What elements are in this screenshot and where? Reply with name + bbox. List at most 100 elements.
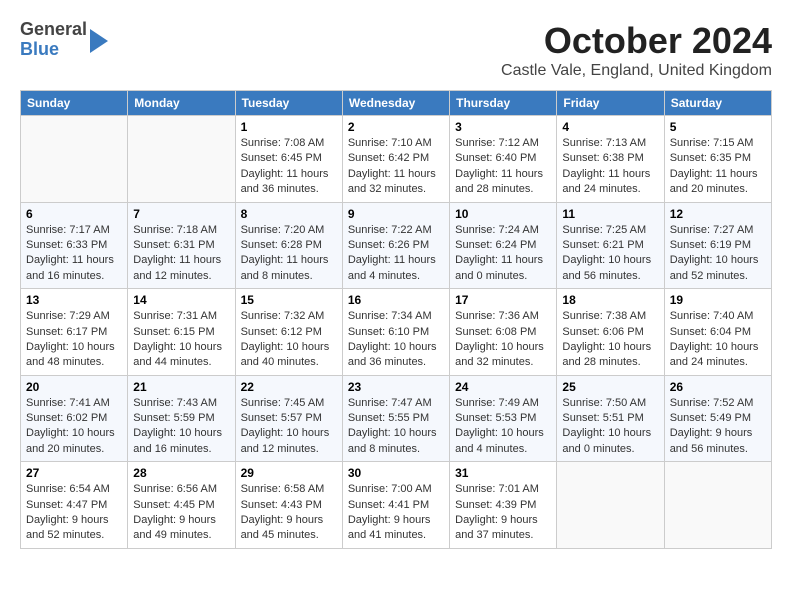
day-number: 13: [26, 293, 122, 307]
calendar-cell: 28 Sunrise: 6:56 AMSunset: 4:45 PMDayligh…: [128, 462, 235, 549]
calendar-cell: 9Sunrise: 7:22 AMSunset: 6:26 PMDaylight…: [342, 202, 449, 289]
calendar-cell: [557, 462, 664, 549]
day-info: Sunrise: 7:08 AMSunset: 6:45 PMDaylight:…: [241, 137, 329, 195]
page: General Blue October 2024 Castle Vale, E…: [0, 0, 792, 559]
week-row-1: 6 Sunrise: 7:17 AMSunset: 6:33 PMDaylight…: [21, 202, 772, 289]
calendar-cell: 19 Sunrise: 7:40 AMSunset: 6:04 PMDayligh…: [664, 289, 771, 376]
calendar-cell: 27Sunrise: 6:54 AMSunset: 4:47 PMDayligh…: [21, 462, 128, 549]
day-number: 31: [455, 466, 551, 480]
day-info: Sunrise: 7:24 AMSunset: 6:24 PMDaylight:…: [455, 224, 543, 282]
calendar-cell: 21 Sunrise: 7:43 AMSunset: 5:59 PMDayligh…: [128, 375, 235, 462]
day-number: 16: [348, 293, 444, 307]
week-row-3: 20Sunrise: 7:41 AMSunset: 6:02 PMDayligh…: [21, 375, 772, 462]
calendar-header-row: SundayMondayTuesdayWednesdayThursdayFrid…: [21, 91, 772, 116]
logo-blue: Blue: [20, 40, 87, 60]
calendar-cell: 10 Sunrise: 7:24 AMSunset: 6:24 PMDayligh…: [450, 202, 557, 289]
day-info: Sunrise: 7:25 AMSunset: 6:21 PMDaylight:…: [562, 224, 651, 282]
logo-general: General: [20, 20, 87, 40]
day-number: 21: [133, 380, 229, 394]
day-number: 17: [455, 293, 551, 307]
day-info: Sunrise: 7:22 AMSunset: 6:26 PMDaylight:…: [348, 224, 436, 282]
day-number: 18: [562, 293, 658, 307]
calendar-cell: 16 Sunrise: 7:34 AMSunset: 6:10 PMDayligh…: [342, 289, 449, 376]
calendar-cell: 5Sunrise: 7:15 AMSunset: 6:35 PMDaylight…: [664, 116, 771, 203]
day-number: 12: [670, 207, 766, 221]
day-info: Sunrise: 7:12 AMSunset: 6:40 PMDaylight:…: [455, 137, 543, 195]
page-subtitle: Castle Vale, England, United Kingdom: [501, 62, 772, 80]
calendar-cell: 20Sunrise: 7:41 AMSunset: 6:02 PMDayligh…: [21, 375, 128, 462]
page-title: October 2024: [501, 20, 772, 62]
day-number: 1: [241, 120, 337, 134]
day-number: 8: [241, 207, 337, 221]
calendar-cell: [21, 116, 128, 203]
day-info: Sunrise: 7:40 AMSunset: 6:04 PMDaylight:…: [670, 310, 759, 368]
calendar-cell: 3Sunrise: 7:12 AMSunset: 6:40 PMDaylight…: [450, 116, 557, 203]
calendar-cell: 2 Sunrise: 7:10 AMSunset: 6:42 PMDaylight…: [342, 116, 449, 203]
day-number: 6: [26, 207, 122, 221]
day-number: 7: [133, 207, 229, 221]
day-info: Sunrise: 6:54 AMSunset: 4:47 PMDaylight:…: [26, 483, 110, 541]
calendar-cell: [664, 462, 771, 549]
day-number: 28: [133, 466, 229, 480]
header-sunday: Sunday: [21, 91, 128, 116]
day-info: Sunrise: 7:01 AMSunset: 4:39 PMDaylight:…: [455, 483, 539, 541]
calendar-cell: 4 Sunrise: 7:13 AMSunset: 6:38 PMDaylight…: [557, 116, 664, 203]
calendar-cell: 8 Sunrise: 7:20 AMSunset: 6:28 PMDaylight…: [235, 202, 342, 289]
day-number: 22: [241, 380, 337, 394]
calendar-cell: 13Sunrise: 7:29 AMSunset: 6:17 PMDayligh…: [21, 289, 128, 376]
calendar-cell: 26 Sunrise: 7:52 AMSunset: 5:49 PMDayligh…: [664, 375, 771, 462]
day-number: 30: [348, 466, 444, 480]
day-number: 25: [562, 380, 658, 394]
calendar-cell: 31 Sunrise: 7:01 AMSunset: 4:39 PMDayligh…: [450, 462, 557, 549]
day-info: Sunrise: 7:38 AMSunset: 6:06 PMDaylight:…: [562, 310, 651, 368]
week-row-2: 13Sunrise: 7:29 AMSunset: 6:17 PMDayligh…: [21, 289, 772, 376]
day-number: 19: [670, 293, 766, 307]
header: General Blue October 2024 Castle Vale, E…: [20, 20, 772, 80]
day-info: Sunrise: 7:31 AMSunset: 6:15 PMDaylight:…: [133, 310, 222, 368]
logo: General Blue: [20, 20, 108, 60]
day-number: 2: [348, 120, 444, 134]
day-number: 20: [26, 380, 122, 394]
calendar-cell: 22 Sunrise: 7:45 AMSunset: 5:57 PMDayligh…: [235, 375, 342, 462]
calendar-cell: 15 Sunrise: 7:32 AMSunset: 6:12 PMDayligh…: [235, 289, 342, 376]
day-info: Sunrise: 7:52 AMSunset: 5:49 PMDaylight:…: [670, 397, 754, 455]
day-info: Sunrise: 7:47 AMSunset: 5:55 PMDaylight:…: [348, 397, 437, 455]
day-info: Sunrise: 7:00 AMSunset: 4:41 PMDaylight:…: [348, 483, 432, 541]
day-info: Sunrise: 7:50 AMSunset: 5:51 PMDaylight:…: [562, 397, 651, 455]
calendar-cell: 25 Sunrise: 7:50 AMSunset: 5:51 PMDayligh…: [557, 375, 664, 462]
day-info: Sunrise: 7:49 AMSunset: 5:53 PMDaylight:…: [455, 397, 544, 455]
day-info: Sunrise: 7:36 AMSunset: 6:08 PMDaylight:…: [455, 310, 544, 368]
day-info: Sunrise: 7:34 AMSunset: 6:10 PMDaylight:…: [348, 310, 437, 368]
day-number: 29: [241, 466, 337, 480]
day-number: 26: [670, 380, 766, 394]
calendar-cell: 14Sunrise: 7:31 AMSunset: 6:15 PMDayligh…: [128, 289, 235, 376]
day-info: Sunrise: 7:43 AMSunset: 5:59 PMDaylight:…: [133, 397, 222, 455]
header-monday: Monday: [128, 91, 235, 116]
calendar-cell: 1 Sunrise: 7:08 AMSunset: 6:45 PMDaylight…: [235, 116, 342, 203]
calendar-cell: 6 Sunrise: 7:17 AMSunset: 6:33 PMDaylight…: [21, 202, 128, 289]
calendar-cell: [128, 116, 235, 203]
title-block: October 2024 Castle Vale, England, Unite…: [501, 20, 772, 80]
header-friday: Friday: [557, 91, 664, 116]
day-info: Sunrise: 7:27 AMSunset: 6:19 PMDaylight:…: [670, 224, 759, 282]
day-info: Sunrise: 7:45 AMSunset: 5:57 PMDaylight:…: [241, 397, 330, 455]
header-saturday: Saturday: [664, 91, 771, 116]
calendar-cell: 30 Sunrise: 7:00 AMSunset: 4:41 PMDayligh…: [342, 462, 449, 549]
header-wednesday: Wednesday: [342, 91, 449, 116]
day-number: 15: [241, 293, 337, 307]
calendar-cell: 12 Sunrise: 7:27 AMSunset: 6:19 PMDayligh…: [664, 202, 771, 289]
calendar-cell: 23 Sunrise: 7:47 AMSunset: 5:55 PMDayligh…: [342, 375, 449, 462]
day-number: 4: [562, 120, 658, 134]
header-tuesday: Tuesday: [235, 91, 342, 116]
calendar-cell: 17 Sunrise: 7:36 AMSunset: 6:08 PMDayligh…: [450, 289, 557, 376]
day-info: Sunrise: 7:32 AMSunset: 6:12 PMDaylight:…: [241, 310, 330, 368]
day-info: Sunrise: 7:13 AMSunset: 6:38 PMDaylight:…: [562, 137, 650, 195]
day-number: 23: [348, 380, 444, 394]
day-number: 10: [455, 207, 551, 221]
day-info: Sunrise: 7:10 AMSunset: 6:42 PMDaylight:…: [348, 137, 436, 195]
day-info: Sunrise: 7:20 AMSunset: 6:28 PMDaylight:…: [241, 224, 329, 282]
day-info: Sunrise: 7:17 AMSunset: 6:33 PMDaylight:…: [26, 224, 114, 282]
calendar-cell: 7Sunrise: 7:18 AMSunset: 6:31 PMDaylight…: [128, 202, 235, 289]
day-info: Sunrise: 6:56 AMSunset: 4:45 PMDaylight:…: [133, 483, 217, 541]
day-number: 5: [670, 120, 766, 134]
